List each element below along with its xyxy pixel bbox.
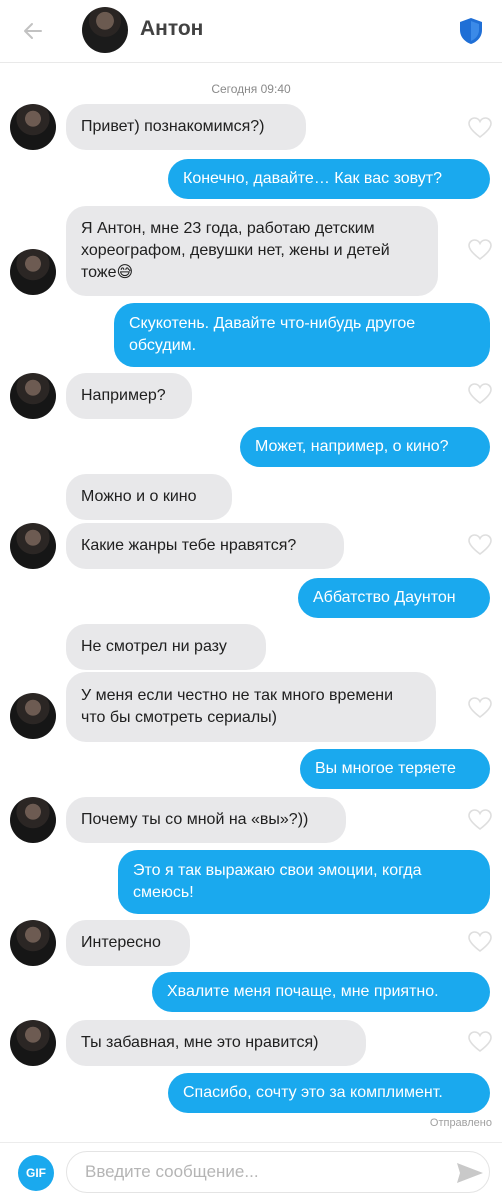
avatar[interactable] [10, 249, 56, 295]
message-incoming[interactable]: Например? [66, 373, 192, 419]
message-input[interactable] [66, 1151, 490, 1193]
heart-icon[interactable] [468, 697, 492, 719]
date-label: Сегодня 09:40 [211, 82, 291, 96]
heart-icon[interactable] [468, 1031, 492, 1053]
message-outgoing[interactable]: Хвалите меня почаще, мне приятно. [152, 972, 490, 1012]
contact-name[interactable]: Антон [140, 17, 203, 41]
message-outgoing[interactable]: Конечно, давайте… Как вас зовут? [168, 159, 490, 199]
message-incoming[interactable]: Ты забавная, мне это нравится) [66, 1020, 366, 1066]
heart-icon[interactable] [468, 239, 492, 261]
gif-button[interactable]: GIF [18, 1155, 54, 1191]
heart-icon[interactable] [468, 809, 492, 831]
message-outgoing[interactable]: Может, например, о кино? [240, 427, 490, 467]
message-composer: GIF [0, 1142, 502, 1201]
message-outgoing[interactable]: Вы многое теряете [300, 749, 490, 789]
avatar[interactable] [82, 7, 128, 53]
heart-icon[interactable] [468, 383, 492, 405]
heart-icon[interactable] [468, 931, 492, 953]
message-outgoing[interactable]: Это я так выражаю свои эмоции, когда сме… [118, 850, 490, 914]
send-icon[interactable] [456, 1162, 484, 1184]
message-status: Отправлено [429, 1117, 492, 1129]
message-outgoing[interactable]: Аббатство Даунтон [298, 578, 490, 618]
avatar[interactable] [10, 920, 56, 966]
arrow-left-icon[interactable] [20, 18, 46, 44]
message-incoming[interactable]: Я Антон, мне 23 года, работаю детским хо… [66, 206, 438, 296]
avatar[interactable] [10, 104, 56, 150]
message-incoming[interactable]: Интересно [66, 920, 190, 966]
message-incoming[interactable]: У меня если честно не так много времени … [66, 672, 436, 742]
message-outgoing[interactable]: Скукотень. Давайте что-нибудь другое обс… [114, 303, 490, 367]
message-feed[interactable]: Сегодня 09:40 Привет) познакомимся?) Кон… [0, 62, 502, 1142]
avatar[interactable] [10, 1020, 56, 1066]
avatar[interactable] [10, 523, 56, 569]
shield-icon[interactable] [459, 17, 483, 45]
message-outgoing[interactable]: Спасибо, сочту это за комплимент. [168, 1073, 490, 1113]
message-incoming[interactable]: Почему ты со мной на «вы»?)) [66, 797, 346, 843]
message-incoming[interactable]: Можно и о кино [66, 474, 232, 520]
avatar[interactable] [10, 373, 56, 419]
message-incoming[interactable]: Какие жанры тебе нравятся? [66, 523, 344, 569]
heart-icon[interactable] [468, 117, 492, 139]
chat-header: Антон [0, 0, 502, 63]
heart-icon[interactable] [468, 534, 492, 556]
avatar[interactable] [10, 693, 56, 739]
avatar[interactable] [10, 797, 56, 843]
message-incoming[interactable]: Не смотрел ни разу [66, 624, 266, 670]
message-incoming[interactable]: Привет) познакомимся?) [66, 104, 306, 150]
